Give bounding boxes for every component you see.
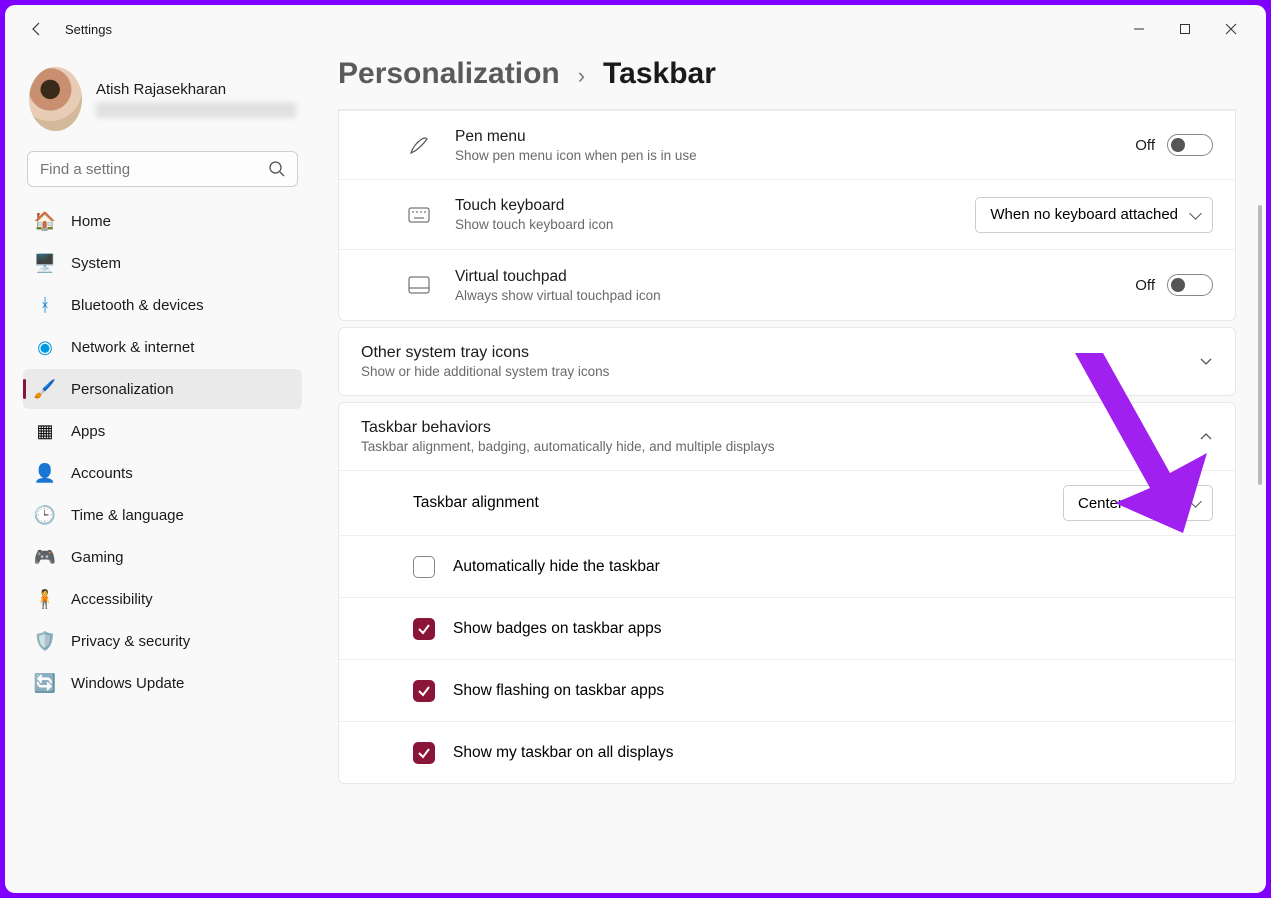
home-icon: 🏠: [35, 211, 55, 231]
person-icon: 👤: [35, 463, 55, 483]
settings-window: Settings Atish Rajasekharan 🏠Home 🖥️Sy: [5, 5, 1266, 893]
close-button[interactable]: [1208, 13, 1254, 45]
row-title: Virtual touchpad: [455, 268, 1135, 286]
app-title: Settings: [65, 22, 112, 37]
gamepad-icon: 🎮: [35, 547, 55, 567]
sidebar-item-system[interactable]: 🖥️System: [23, 243, 302, 283]
badges-checkbox[interactable]: [413, 618, 435, 640]
sidebar-item-bluetooth[interactable]: ᚼBluetooth & devices: [23, 285, 302, 325]
sidebar-item-time[interactable]: 🕒Time & language: [23, 495, 302, 535]
touch-keyboard-dropdown[interactable]: When no keyboard attached: [975, 197, 1213, 233]
alldisplays-checkbox[interactable]: [413, 742, 435, 764]
chevron-up-icon: [1199, 430, 1213, 444]
breadcrumb: Personalization › Taskbar: [338, 57, 1236, 91]
row-touch-keyboard: Touch keyboard Show touch keyboard icon W…: [339, 180, 1235, 250]
setting-label: Show flashing on taskbar apps: [453, 682, 1213, 700]
check-icon: [417, 684, 431, 698]
scrollbar-thumb[interactable]: [1258, 205, 1262, 485]
row-title: Pen menu: [455, 128, 1135, 146]
pen-icon: [399, 134, 439, 156]
bluetooth-icon: ᚼ: [35, 295, 55, 315]
sidebar-item-privacy[interactable]: 🛡️Privacy & security: [23, 621, 302, 661]
maximize-icon: [1179, 23, 1191, 35]
sidebar-item-accounts[interactable]: 👤Accounts: [23, 453, 302, 493]
check-icon: [417, 622, 431, 636]
profile-section[interactable]: Atish Rajasekharan: [23, 53, 302, 151]
clock-icon: 🕒: [35, 505, 55, 525]
section-sub: Show or hide additional system tray icon…: [361, 364, 1199, 379]
shield-icon: 🛡️: [35, 631, 55, 651]
row-autohide[interactable]: Automatically hide the taskbar: [339, 535, 1235, 597]
apps-icon: ▦: [35, 421, 55, 441]
other-tray-expander[interactable]: Other system tray icons Show or hide addi…: [338, 327, 1236, 396]
setting-label: Show badges on taskbar apps: [453, 620, 1213, 638]
touchpad-icon: [399, 276, 439, 294]
section-sub: Taskbar alignment, badging, automaticall…: [361, 439, 1199, 454]
titlebar: Settings: [5, 5, 1266, 53]
sidebar-item-network[interactable]: ◉Network & internet: [23, 327, 302, 367]
vtouchpad-toggle[interactable]: [1167, 274, 1213, 296]
back-button[interactable]: [17, 9, 57, 49]
sidebar: Atish Rajasekharan 🏠Home 🖥️System ᚼBluet…: [5, 53, 310, 893]
check-icon: [417, 746, 431, 760]
update-icon: 🔄: [35, 673, 55, 693]
wifi-icon: ◉: [35, 337, 55, 357]
taskbar-behaviors-header[interactable]: Taskbar behaviors Taskbar alignment, badg…: [339, 403, 1235, 470]
minimize-button[interactable]: [1116, 13, 1162, 45]
row-virtual-touchpad: Virtual touchpad Always show virtual touc…: [339, 250, 1235, 320]
sidebar-item-update[interactable]: 🔄Windows Update: [23, 663, 302, 703]
close-icon: [1225, 23, 1237, 35]
section-title: Other system tray icons: [361, 344, 1199, 362]
sidebar-item-apps[interactable]: ▦Apps: [23, 411, 302, 451]
setting-label: Taskbar alignment: [413, 494, 1063, 512]
autohide-checkbox[interactable]: [413, 556, 435, 578]
sidebar-item-gaming[interactable]: 🎮Gaming: [23, 537, 302, 577]
sidebar-item-accessibility[interactable]: 🧍Accessibility: [23, 579, 302, 619]
setting-label: Automatically hide the taskbar: [453, 558, 1213, 576]
minimize-icon: [1133, 23, 1145, 35]
row-sub: Show pen menu icon when pen is in use: [455, 148, 1135, 163]
section-title: Taskbar behaviors: [361, 419, 1199, 437]
profile-name: Atish Rajasekharan: [96, 81, 296, 98]
system-icon: 🖥️: [35, 253, 55, 273]
row-alignment: Taskbar alignment Center: [339, 470, 1235, 535]
toggle-state: Off: [1135, 277, 1155, 294]
row-flashing[interactable]: Show flashing on taskbar apps: [339, 659, 1235, 721]
alignment-dropdown[interactable]: Center: [1063, 485, 1213, 521]
row-alldisplays[interactable]: Show my taskbar on all displays: [339, 721, 1235, 783]
search-wrap: [27, 151, 298, 187]
toggle-state: Off: [1135, 137, 1155, 154]
row-sub: Always show virtual touchpad icon: [455, 288, 1135, 303]
search-input[interactable]: [27, 151, 298, 187]
breadcrumb-parent[interactable]: Personalization: [338, 57, 560, 91]
nav-list: 🏠Home 🖥️System ᚼBluetooth & devices ◉Net…: [23, 201, 302, 703]
system-tray-group: Pen menu Show pen menu icon when pen is i…: [338, 109, 1236, 321]
back-arrow-icon: [29, 21, 45, 37]
flashing-checkbox[interactable]: [413, 680, 435, 702]
keyboard-icon: [399, 207, 439, 223]
avatar: [29, 67, 82, 131]
search-icon: [268, 160, 286, 178]
chevron-right-icon: ›: [578, 63, 585, 89]
pen-toggle[interactable]: [1167, 134, 1213, 156]
accessibility-icon: 🧍: [35, 589, 55, 609]
row-sub: Show touch keyboard icon: [455, 217, 975, 232]
chevron-down-icon: [1199, 355, 1213, 369]
setting-label: Show my taskbar on all displays: [453, 744, 1213, 762]
brush-icon: 🖌️: [35, 379, 55, 399]
breadcrumb-current: Taskbar: [603, 57, 716, 91]
row-pen-menu: Pen menu Show pen menu icon when pen is i…: [339, 110, 1235, 180]
scrollbar[interactable]: [1258, 85, 1262, 685]
sidebar-item-personalization[interactable]: 🖌️Personalization: [23, 369, 302, 409]
main-content: Personalization › Taskbar Pen menu Show p…: [310, 53, 1266, 893]
row-title: Touch keyboard: [455, 197, 975, 215]
maximize-button[interactable]: [1162, 13, 1208, 45]
sidebar-item-home[interactable]: 🏠Home: [23, 201, 302, 241]
profile-email-blurred: [96, 102, 296, 118]
row-badges[interactable]: Show badges on taskbar apps: [339, 597, 1235, 659]
window-controls: [1116, 13, 1254, 45]
taskbar-behaviors-section: Taskbar behaviors Taskbar alignment, badg…: [338, 402, 1236, 784]
